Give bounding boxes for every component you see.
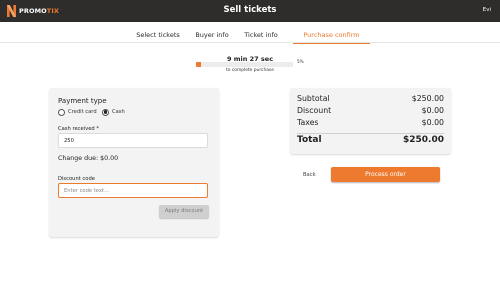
promotix-logo[interactable]: PROMOTIX [7,5,59,17]
summary-row-discount: Discount $0.00 [297,106,444,115]
subtotal-value: $250.00 [411,94,444,103]
cash-radio[interactable] [102,108,109,116]
top-bar: PROMOTIX Sell tickets Evi [0,0,500,22]
process-order-button[interactable]: Process order [331,167,440,182]
subtotal-label: Subtotal [297,94,330,103]
credit-card-radio[interactable] [58,108,65,116]
cash-received-label: Cash received * [58,126,99,132]
cash-received-input[interactable]: 250 [58,133,208,148]
summary-row-total: Total $250.00 [297,135,444,145]
change-due-text: Change due: $0.00 [58,155,119,162]
total-label: Total [297,135,322,145]
summary-row-taxes: Taxes $0.00 [297,118,444,127]
timer-progress-percent: 5% [297,59,304,64]
user-menu-link[interactable]: Evi [483,7,491,13]
back-button[interactable]: Back [303,172,316,178]
discount-label: Discount [297,106,332,115]
summary-row-subtotal: Subtotal $250.00 [297,94,444,103]
page-title: Sell tickets [223,5,277,15]
apply-discount-button[interactable]: Apply discount [159,205,209,218]
total-value: $250.00 [403,135,444,145]
taxes-label: Taxes [297,118,319,127]
payment-option-credit-card[interactable]: Credit card [58,108,97,116]
discount-code-label: Discount code [58,176,95,182]
discount-code-input[interactable]: Enter code text... [58,183,208,198]
logo-text: PROMOTIX [19,7,59,15]
cash-label: Cash [112,109,125,115]
tabs-divider [0,42,500,43]
logo-mark-icon [7,5,16,17]
summary-divider [297,133,444,134]
payment-card: Payment type Credit card Cash Cash recei… [49,88,219,237]
discount-value: $0.00 [421,106,444,115]
taxes-value: $0.00 [421,118,444,127]
credit-card-label: Credit card [68,109,97,115]
payment-option-cash[interactable]: Cash [102,108,125,116]
timer-progress-bar [196,62,293,67]
timer-progress-fill [196,62,201,67]
payment-type-heading: Payment type [58,97,107,105]
timer-caption: to complete purchase [226,68,274,73]
order-summary-card: Subtotal $250.00 Discount $0.00 Taxes $0… [290,88,451,154]
